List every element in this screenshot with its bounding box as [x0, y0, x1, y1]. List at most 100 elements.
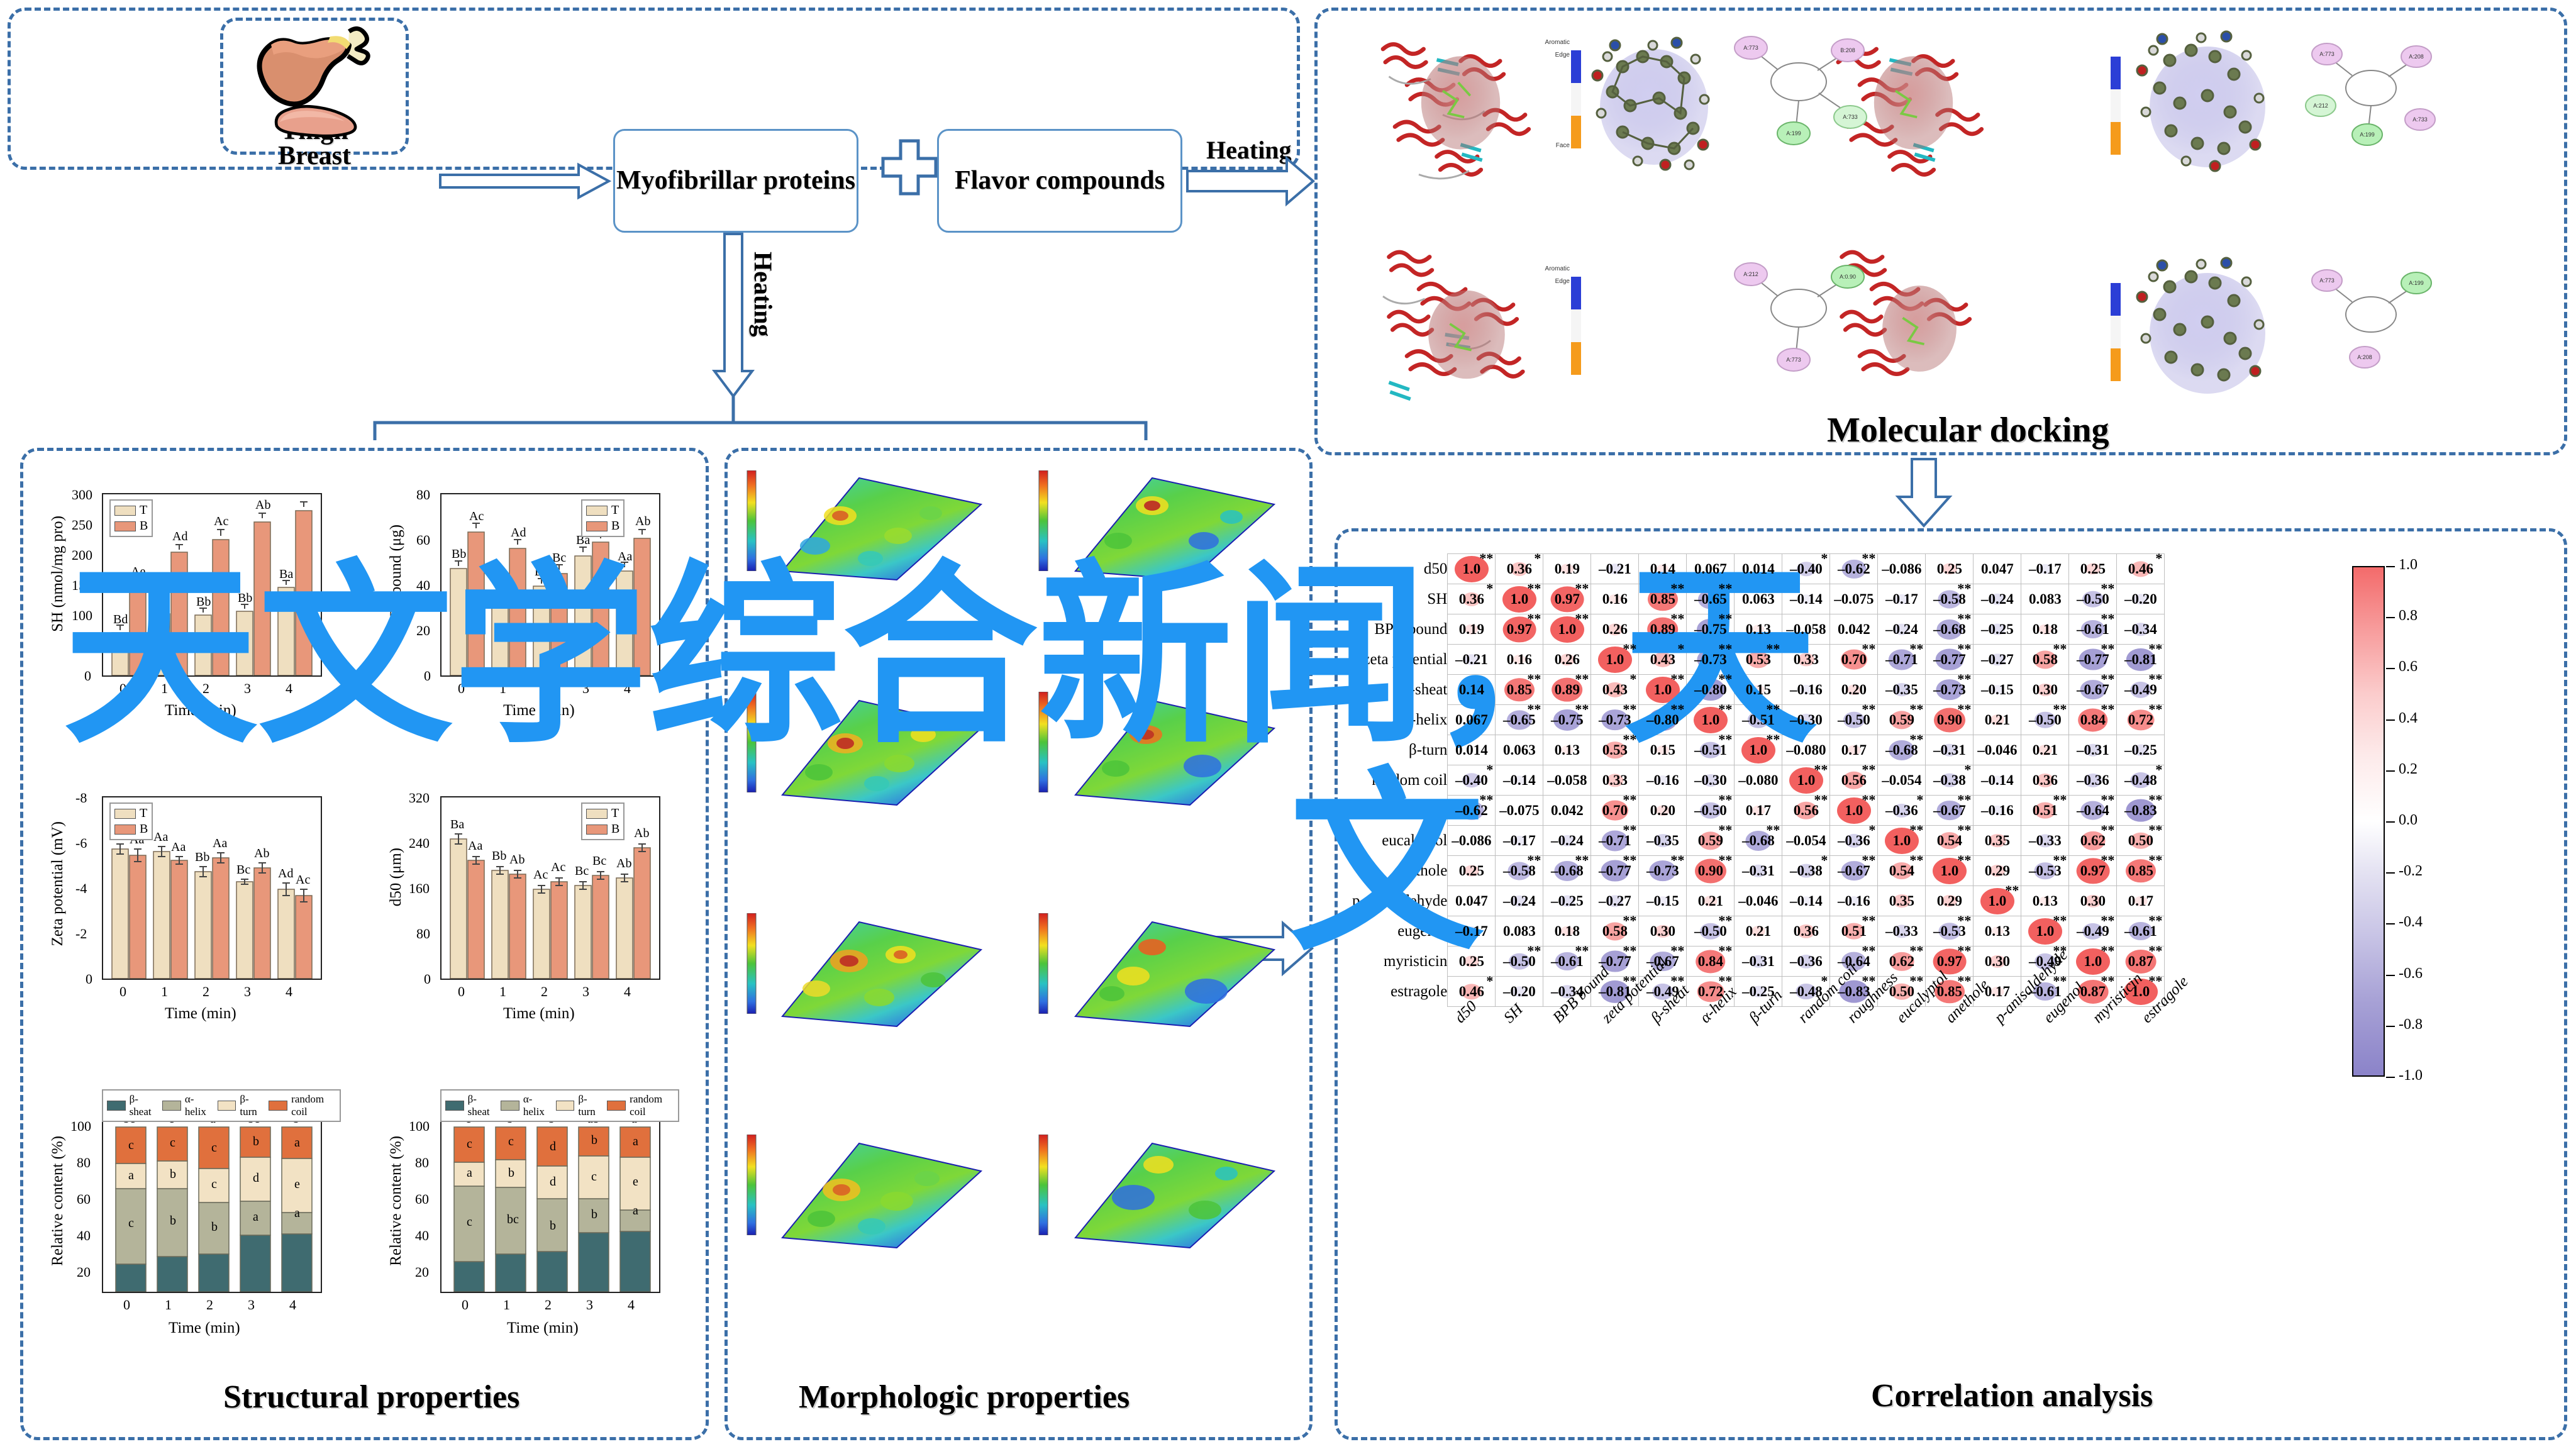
correlation-cell: 0.90 ** [1686, 853, 1735, 886]
correlation-value: –0.17 [1455, 923, 1488, 939]
correlation-significance: ** [1766, 731, 1780, 747]
chart-sh-ytick-3: 150 [72, 577, 92, 593]
correlation-value: 0.25 [1458, 953, 1484, 969]
correlation-cell: 0.014 [1447, 735, 1496, 765]
correlation-row: zeta potential –0.21 0.16 0.26 1.0 ** 0.43 * –0.… [1352, 641, 2165, 675]
correlation-cell: 0.083 [1495, 916, 1544, 947]
correlation-value: –0.14 [1789, 892, 1823, 909]
correlation-significance: ** [1862, 852, 1876, 868]
correlation-cell: –0.25 [1973, 614, 2022, 645]
correlation-significance: ** [1862, 701, 1876, 717]
chart-ss-breast-seg-1-1: b [508, 1166, 514, 1180]
correlation-cell: –0.40 * [1447, 763, 1496, 796]
chart-ss-thigh-ytick-3: 40 [77, 1228, 91, 1243]
correlation-row-label-6: β-turn [1409, 741, 1448, 758]
correlation-value: –0.20 [2124, 591, 2157, 607]
correlation-value: –0.24 [1980, 591, 2014, 607]
swatch-random-coil [607, 1101, 626, 1111]
correlation-value: –0.36 [2076, 772, 2109, 788]
correlation-cell: 0.15 [1638, 735, 1687, 765]
correlation-value: 0.083 [1502, 923, 1536, 939]
correlation-cell: 0.84 ** [1686, 944, 1735, 977]
chart-bpb-label-T-4: Aa [618, 550, 633, 564]
correlation-value: –0.075 [1499, 802, 1540, 818]
chart-ss-thigh-xtick-3: 3 [248, 1297, 255, 1313]
correlation-cell: 0.33 [1591, 765, 1640, 796]
correlation-cell: –0.16 [1638, 765, 1687, 796]
correlation-cell: 0.97 ** [1495, 612, 1544, 645]
chart-ss-thigh-legend-turn: β-turn [217, 1093, 263, 1118]
correlation-cell: –0.14 [1495, 765, 1544, 796]
chart-sh-legend-B-label: B [140, 519, 148, 533]
correlation-cell: 0.14 [1638, 553, 1687, 584]
correlation-value: 1.0 [1462, 560, 1481, 577]
correlation-significance: ** [2148, 671, 2163, 687]
correlation-significance: ** [1670, 671, 1685, 687]
chart-ss-thigh-seg-0-0: c [128, 1216, 134, 1230]
correlation-value: 0.083 [2028, 591, 2062, 607]
correlation-significance: * [1677, 641, 1685, 657]
correlation-value: –0.086 [1452, 832, 1492, 848]
correlation-colorbar-tick-9: -0.8 [2399, 1016, 2423, 1033]
panel-title-molecular-docking: Molecular docking [1827, 411, 2109, 450]
correlation-cell: –0.53 ** [1925, 914, 1974, 947]
correlation-cell: –0.73 ** [1925, 672, 1974, 705]
correlation-cell: –0.77 ** [2068, 642, 2118, 675]
correlation-cell: –0.36 * [1829, 823, 1879, 856]
chart-zeta-ytick-0: -8 [75, 790, 87, 806]
correlation-cell: –0.20 [1495, 976, 1544, 1007]
correlation-cell: –0.046 [1973, 735, 2022, 765]
correlation-cell: –0.62 ** [1447, 793, 1496, 826]
chart-d50-label-T-4: Ab [616, 857, 632, 870]
swatch-thigh [114, 808, 136, 819]
correlation-row: eucalyptol –0.086 –0.17 –0.24 –0.71 ** –0.35 0.… [1352, 823, 2165, 856]
chart-ss-breast-seg-1-0: bc [507, 1213, 519, 1226]
chart-ss-breast-ytick-0: 100 [409, 1118, 430, 1134]
correlation-row-label-2: BPB bound [1374, 620, 1448, 638]
correlation-cell: –0.73 ** [1591, 702, 1640, 735]
correlation-value: –0.15 [1646, 892, 1679, 909]
correlation-colorbar-tick-2: 0.6 [2399, 658, 2418, 675]
chart-zeta-label-T-3: Bc [236, 863, 251, 877]
correlation-cell: 0.25 [1447, 855, 1496, 886]
correlation-cell: –0.046 [1734, 886, 1783, 916]
correlation-cell: –0.50 ** [1686, 792, 1735, 826]
chart-zeta-xtick-2: 2 [203, 984, 209, 999]
correlation-value: 0.36 [1458, 591, 1484, 607]
correlation-cell: 0.50 ** [2116, 823, 2165, 856]
correlation-value: –0.058 [1547, 772, 1587, 788]
correlation-colorbar [2352, 566, 2385, 1077]
correlation-cell: 0.30 [2021, 674, 2070, 705]
correlation-cell: 0.042 [1829, 614, 1879, 645]
correlation-cell: 0.21 [1686, 886, 1735, 916]
correlation-cell: –0.35 [1877, 674, 1926, 705]
correlation-cell: 0.97 ** [2068, 853, 2118, 886]
chart-ss-breast-seg-4-2: a [633, 1135, 638, 1148]
chart-ss-thigh-xtick-4: 4 [289, 1297, 296, 1313]
correlation-value: –0.36 [1837, 832, 1870, 848]
chart-ss-breast-legend-coil: random coil [607, 1093, 674, 1118]
correlation-value: –0.24 [1885, 621, 1918, 637]
correlation-cell: 0.13 [1734, 614, 1783, 645]
correlation-cell: –0.25 [1543, 886, 1592, 916]
correlation-colorbar-tickmark [2386, 668, 2395, 670]
chart-ss-breast-seg-0-2: c [467, 1137, 472, 1151]
correlation-colorbar-tick-8: -0.6 [2399, 965, 2423, 982]
chart-zeta-label-B-3: Ab [254, 847, 270, 860]
correlation-cell: –0.35 [1638, 825, 1687, 856]
correlation-cell: –0.14 [1973, 765, 2022, 796]
correlation-significance: ** [1718, 792, 1733, 808]
correlation-colorbar-tick-7: -0.4 [2399, 914, 2423, 931]
swatch-thigh [114, 505, 136, 516]
correlation-cell: –0.49 ** [2116, 671, 2165, 705]
correlation-value: –0.14 [1789, 591, 1823, 607]
correlation-cell: –0.61 ** [2116, 914, 2165, 947]
correlation-cell: –0.67 ** [2068, 671, 2118, 705]
swatch-thigh [586, 505, 608, 516]
correlation-significance: ** [1670, 943, 1685, 958]
correlation-cell: –0.30 [1782, 704, 1831, 735]
correlation-cell: 1.0 ** [1495, 582, 1544, 614]
correlation-significance: ** [2101, 671, 2115, 687]
swatch-alpha-helix [162, 1101, 181, 1111]
chart-ss-breast-xtick-1: 1 [503, 1297, 510, 1313]
